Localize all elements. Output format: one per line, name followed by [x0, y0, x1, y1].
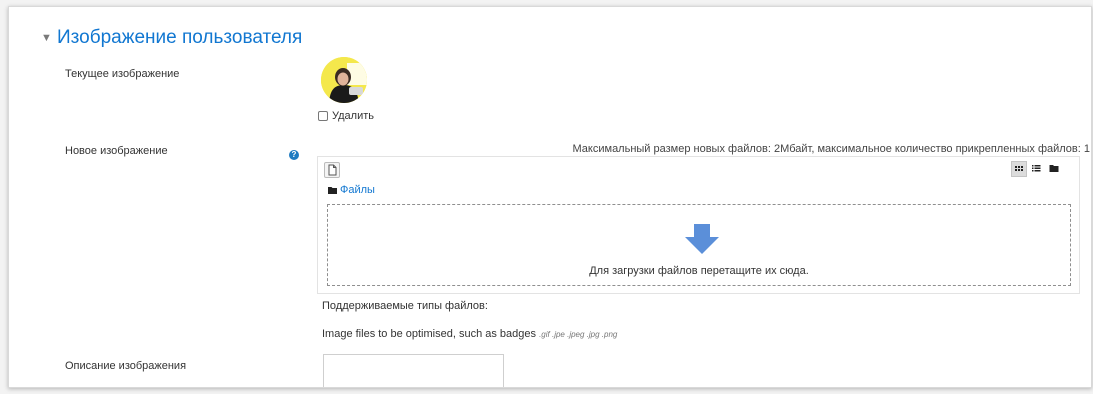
- help-question-icon[interactable]: ?: [289, 150, 299, 160]
- view-tree-button[interactable]: [1047, 161, 1063, 177]
- view-list-button[interactable]: [1029, 161, 1045, 177]
- new-image-label: Новое изображение: [65, 145, 168, 157]
- add-file-button[interactable]: [324, 162, 340, 178]
- folder-icon: [328, 187, 337, 194]
- collapse-toggle-icon[interactable]: ▼: [41, 32, 52, 44]
- folder-view-icon: [1049, 165, 1059, 172]
- image-description-label: Описание изображения: [65, 360, 187, 372]
- grid-view-icon: [1015, 166, 1023, 171]
- add-file-icon: [328, 164, 337, 176]
- list-view-icon: [1032, 165, 1041, 172]
- user-image-panel: ▼ Изображение пользователя Текущее изобр…: [8, 6, 1092, 388]
- view-icons-button[interactable]: [1011, 161, 1027, 177]
- download-arrow-icon: [685, 224, 719, 254]
- supported-types-text: Image files to be optimised, such as bad…: [322, 328, 537, 340]
- delete-label[interactable]: Удалить: [332, 110, 374, 122]
- breadcrumb-files-link[interactable]: Файлы: [340, 184, 375, 196]
- delete-checkbox[interactable]: [318, 111, 328, 121]
- supported-types-description: Image files to be optimised, such as bad…: [322, 328, 617, 340]
- max-files-info: Максимальный размер новых файлов: 2Мбайт…: [572, 143, 1090, 155]
- avatar-picture: [321, 57, 367, 103]
- current-image-label: Текущее изображение: [65, 68, 180, 80]
- dropzone-text: Для загрузки файлов перетащите их сюда.: [589, 265, 809, 277]
- avatar: [321, 57, 367, 103]
- supported-extensions: .gif .jpe .jpeg .jpg .png: [539, 330, 618, 339]
- image-description-input[interactable]: [323, 354, 504, 387]
- section-title[interactable]: Изображение пользователя: [57, 27, 302, 49]
- supported-types-label: Поддерживаемые типы файлов:: [322, 300, 488, 312]
